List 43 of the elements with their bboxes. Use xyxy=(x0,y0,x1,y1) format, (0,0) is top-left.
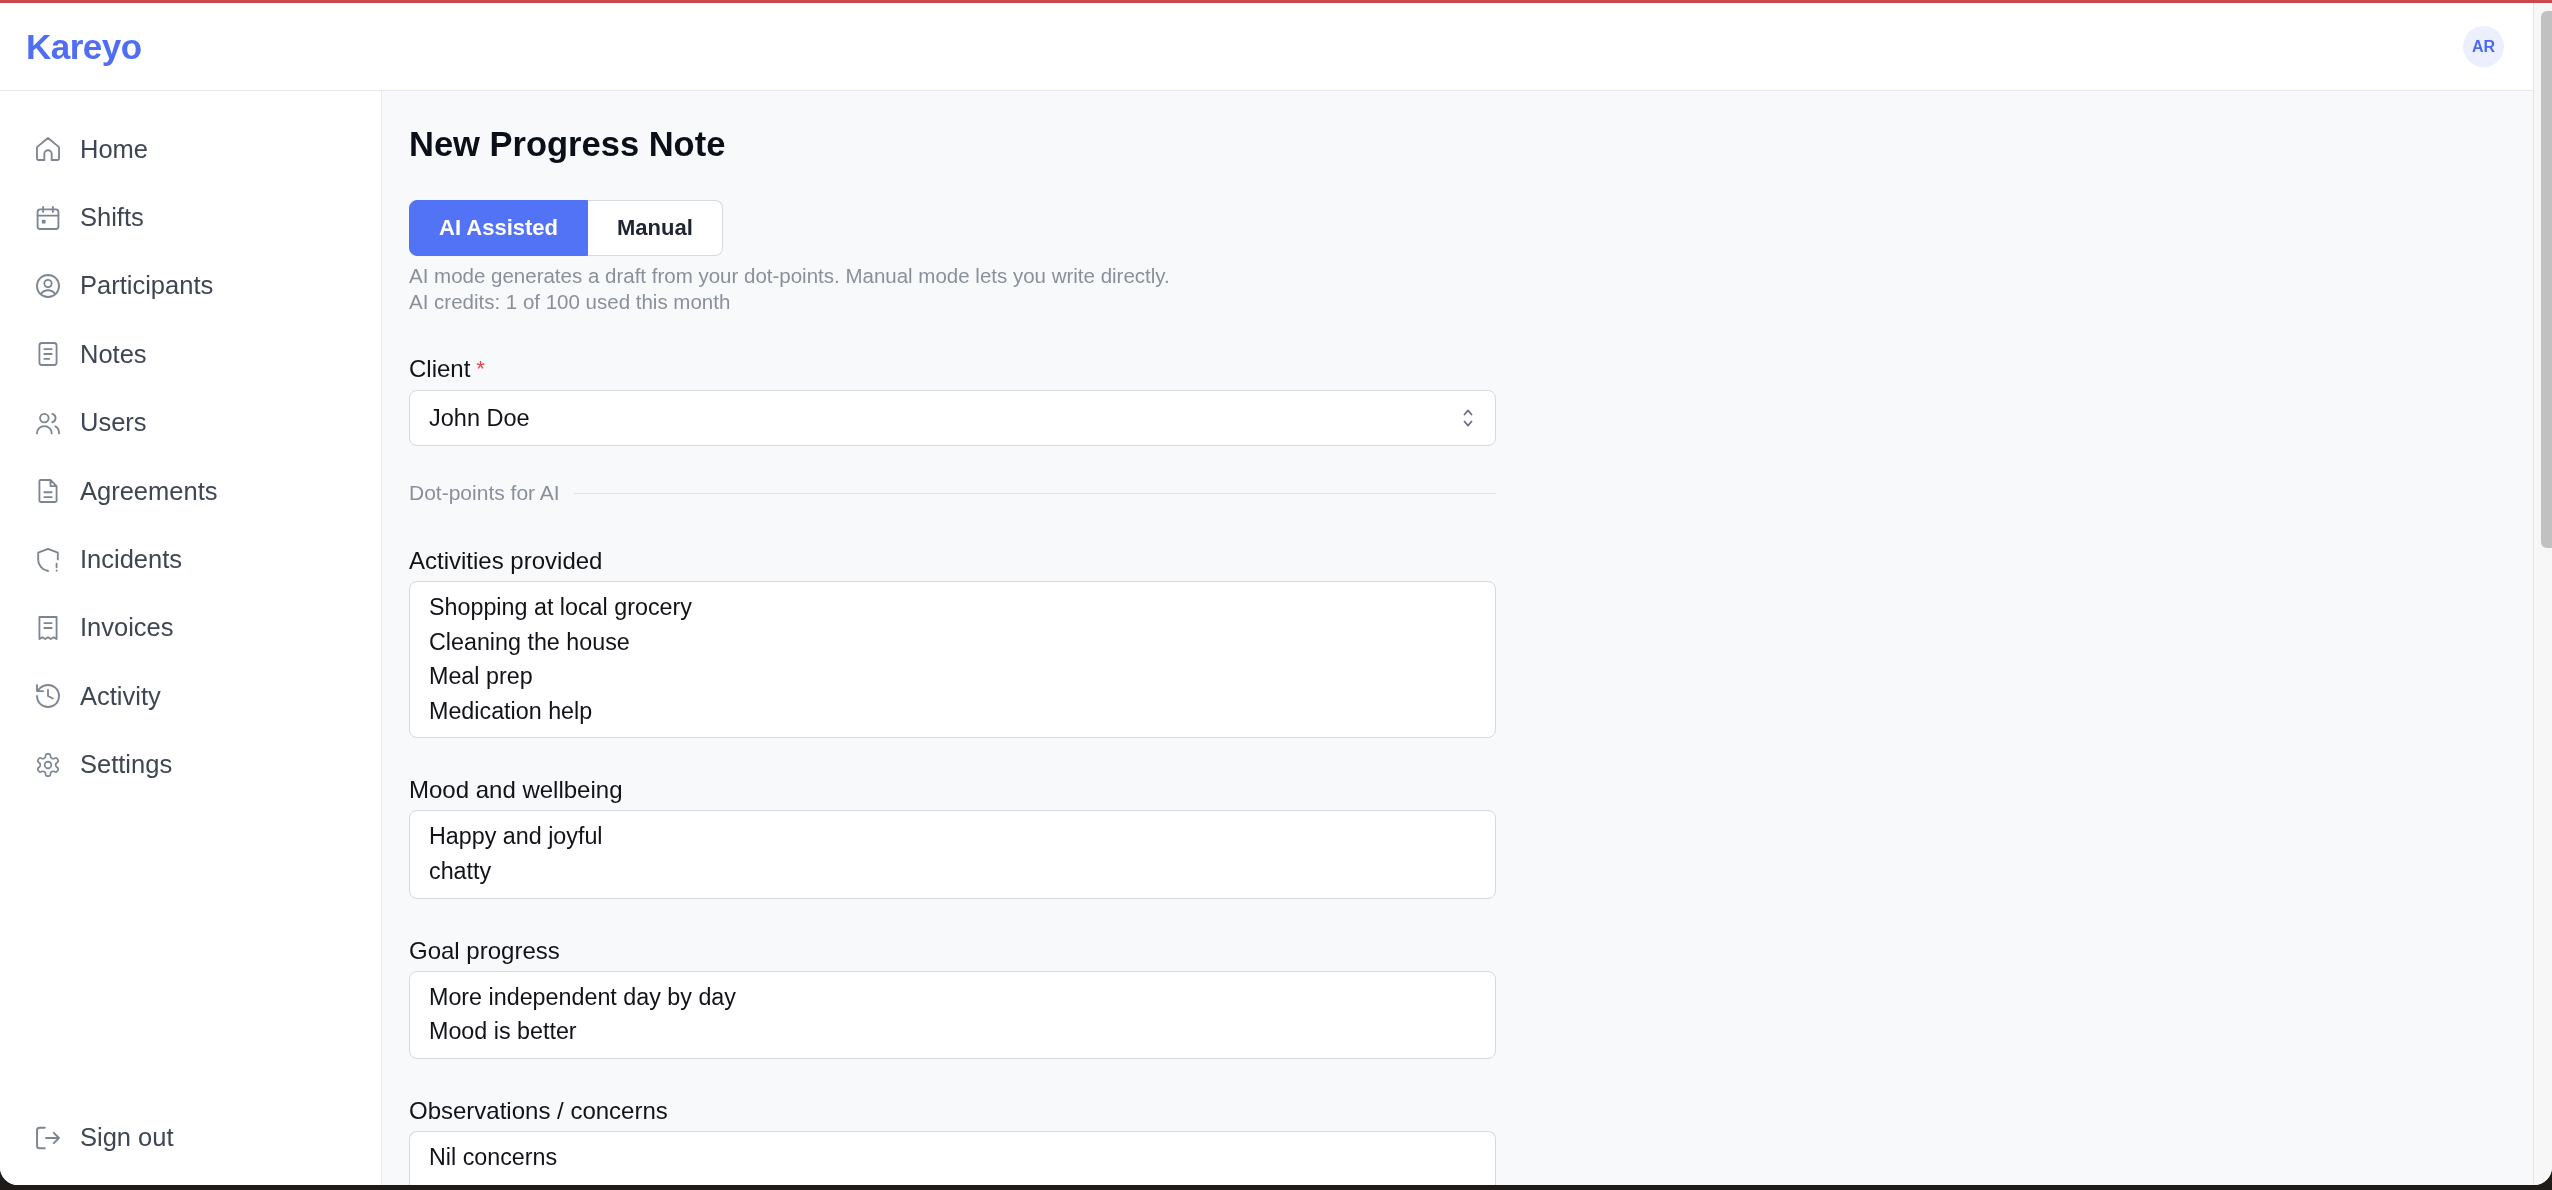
sidebar-item[interactable]: Settings xyxy=(0,730,381,799)
textarea-field[interactable]: Happy and joyful chatty xyxy=(409,810,1496,899)
sidebar-item[interactable]: Shifts xyxy=(0,183,381,252)
user-avatar[interactable]: AR xyxy=(2463,26,2504,67)
sidebar-item[interactable]: Invoices xyxy=(0,593,381,663)
document-icon xyxy=(36,342,60,367)
client-select[interactable]: John Doe xyxy=(409,390,1496,446)
field-label: Mood and wellbeing xyxy=(409,776,623,805)
sidebar-item[interactable]: Activity xyxy=(0,662,381,731)
home-icon xyxy=(36,137,60,162)
history-icon xyxy=(36,684,60,709)
file-icon xyxy=(36,479,60,504)
textarea-field[interactable]: Shopping at local grocery Cleaning the house Meal prep Medication help xyxy=(409,581,1496,739)
field-label: Activities provided xyxy=(409,547,603,575)
hint-text: AI mode generates a draft from your dot-points. Manual mode lets you write directly. xyxy=(409,263,1171,289)
sign-out-icon xyxy=(36,1125,60,1150)
field-label: Observations / concerns xyxy=(409,1096,668,1125)
mode-tab[interactable]: AI Assisted xyxy=(409,200,588,256)
page-title: New Progress Note xyxy=(409,124,727,164)
field-label: Goal progress xyxy=(409,936,560,965)
chevron-up-down-icon xyxy=(1463,409,1473,427)
sidebar-item[interactable]: Agreements xyxy=(0,456,381,526)
users-icon xyxy=(36,410,60,435)
hint-text: AI credits: 1 of 100 used this month xyxy=(409,289,732,315)
field-label: Client xyxy=(409,355,471,383)
textarea-field[interactable]: Nil concerns xyxy=(409,1130,1496,1185)
required-mark: * xyxy=(476,355,485,383)
sign-out-link[interactable]: Sign out xyxy=(0,1103,381,1172)
sidebar-item[interactable]: Home xyxy=(0,115,381,184)
user-circle-icon xyxy=(36,273,60,298)
section-label: Dot-points for AI xyxy=(409,480,560,506)
app-logo[interactable]: Kareyo xyxy=(26,26,142,67)
sidebar-item[interactable]: Incidents xyxy=(0,525,381,594)
sidebar-item[interactable]: Users xyxy=(0,388,381,457)
calendar-icon xyxy=(36,205,60,230)
shield-alert-icon xyxy=(36,547,60,572)
settings-icon xyxy=(36,752,60,777)
receipt-icon xyxy=(36,615,60,640)
sidebar-item[interactable]: Participants xyxy=(0,251,381,321)
textarea-field[interactable]: More independent day by day Mood is better xyxy=(409,970,1496,1059)
scrollbar-thumb[interactable] xyxy=(2541,11,2552,548)
sidebar-item[interactable]: Notes xyxy=(0,320,381,389)
mode-tab[interactable]: Manual xyxy=(588,200,723,256)
